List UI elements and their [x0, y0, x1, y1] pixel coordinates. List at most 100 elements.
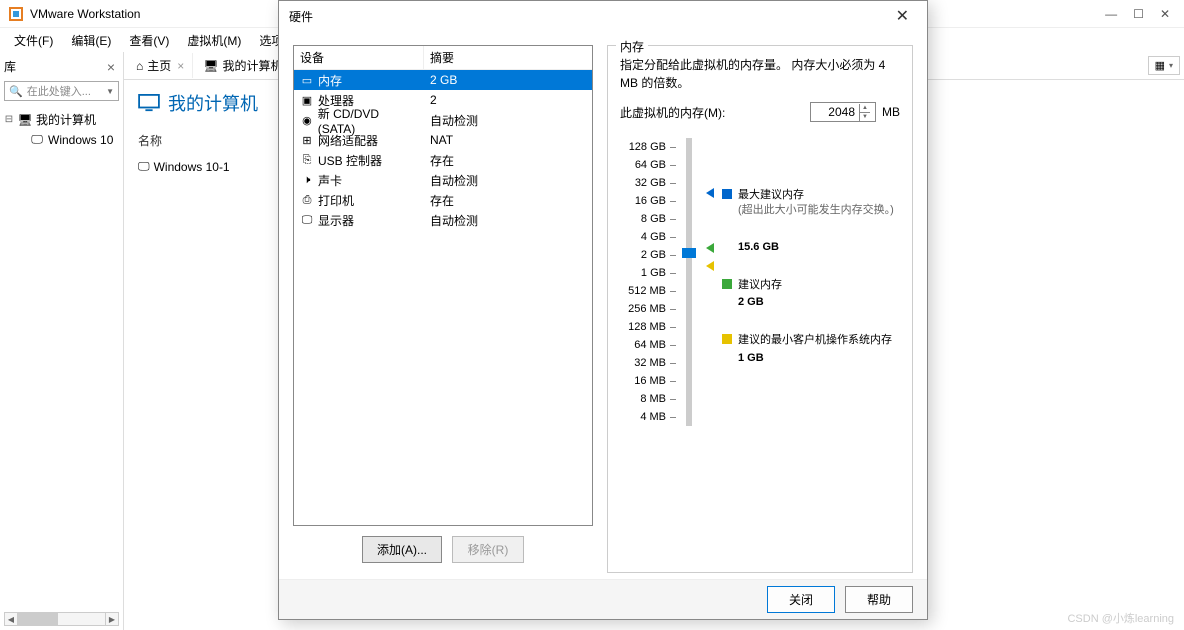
- device-row[interactable]: ⎙打印机存在: [294, 190, 592, 210]
- device-icon: ⎙: [300, 194, 314, 207]
- chevron-down-icon[interactable]: ▼: [106, 87, 114, 96]
- add-button[interactable]: 添加(A)...: [362, 536, 442, 563]
- tree-root[interactable]: ⊟ 🖥 我的计算机: [4, 109, 119, 130]
- scroll-right-icon[interactable]: ▶: [105, 612, 119, 626]
- memory-spinner[interactable]: ▲ ▼: [810, 102, 876, 122]
- help-button[interactable]: 帮助: [845, 586, 913, 613]
- tick: [670, 201, 676, 202]
- menu-view[interactable]: 查看(V): [121, 30, 177, 51]
- scale-label: 4 MB: [620, 411, 666, 423]
- device-row[interactable]: 🖵显示器自动检测: [294, 210, 592, 230]
- device-name: 声卡: [318, 172, 342, 189]
- memory-unit: MB: [882, 105, 900, 119]
- scroll-track[interactable]: [18, 612, 105, 626]
- tick: [670, 255, 676, 256]
- computer-large-icon: [138, 94, 160, 112]
- hardware-dialog: 硬件 ✕ 设备 摘要 ▭内存2 GB▣处理器2◉新 CD/DVD (SATA)自…: [278, 0, 928, 620]
- h-scrollbar[interactable]: ◀ ▶: [4, 612, 119, 626]
- tick: [670, 309, 676, 310]
- device-icon: 🖵: [300, 214, 314, 227]
- close-icon[interactable]: ✕: [1160, 7, 1170, 21]
- menu-edit[interactable]: 编辑(E): [63, 30, 119, 51]
- home-icon: ⌂: [136, 59, 143, 73]
- tick: [670, 237, 676, 238]
- library-close-icon[interactable]: ×: [103, 59, 119, 75]
- scale-label: 16 MB: [620, 375, 666, 387]
- tick: [670, 183, 676, 184]
- view-mode-button[interactable]: ▦ ▾: [1148, 56, 1180, 75]
- tick: [670, 165, 676, 166]
- grid-icon: ▦: [1155, 59, 1165, 72]
- maximize-icon[interactable]: ☐: [1133, 7, 1144, 21]
- scroll-left-icon[interactable]: ◀: [4, 612, 18, 626]
- scale-label: 16 GB: [620, 195, 666, 207]
- tab-home[interactable]: ⌂ 主页 ×: [128, 53, 193, 78]
- tab-close-icon[interactable]: ×: [177, 59, 184, 73]
- device-name: 打印机: [318, 192, 354, 209]
- memory-slider[interactable]: [686, 138, 692, 426]
- scale-label: 32 GB: [620, 177, 666, 189]
- legend-max-value: 15.6 GB: [738, 241, 779, 253]
- device-list-header: 设备 摘要: [294, 46, 592, 70]
- tick: [670, 399, 676, 400]
- scale-label: 2 GB: [620, 249, 666, 261]
- slider-thumb[interactable]: [682, 248, 696, 258]
- device-list: 设备 摘要 ▭内存2 GB▣处理器2◉新 CD/DVD (SATA)自动检测⊞网…: [293, 45, 593, 526]
- tick: [670, 147, 676, 148]
- device-row[interactable]: ⎘USB 控制器存在: [294, 150, 592, 170]
- device-name: USB 控制器: [318, 152, 382, 169]
- device-row[interactable]: ▭内存2 GB: [294, 70, 592, 90]
- menu-file[interactable]: 文件(F): [6, 30, 61, 51]
- tab-home-label: 主页: [147, 57, 171, 74]
- dialog-titlebar: 硬件 ✕: [279, 1, 927, 31]
- scroll-thumb[interactable]: [18, 613, 58, 625]
- green-square-icon: [722, 279, 732, 289]
- search-input[interactable]: 🔍 在此处键入... ▼: [4, 81, 119, 101]
- summary-col-header: 摘要: [424, 46, 592, 69]
- tick: [670, 219, 676, 220]
- memory-input[interactable]: [811, 105, 859, 119]
- minimize-icon[interactable]: —: [1105, 7, 1117, 21]
- close-button[interactable]: 关闭: [767, 586, 835, 613]
- device-summary: NAT: [424, 131, 592, 149]
- spin-up-icon[interactable]: ▲: [860, 104, 870, 113]
- scale-label: 64 MB: [620, 339, 666, 351]
- tick: [670, 291, 676, 292]
- device-row[interactable]: ⊞网络适配器NAT: [294, 130, 592, 150]
- tab-current-label: 我的计算机: [223, 57, 283, 74]
- legend-min-value: 1 GB: [738, 352, 764, 364]
- device-row[interactable]: 🕨声卡自动检测: [294, 170, 592, 190]
- yellow-square-icon: [722, 334, 732, 344]
- remove-button[interactable]: 移除(R): [452, 536, 524, 563]
- legend-rec-label: 建议内存: [738, 278, 782, 293]
- device-icon: ⊞: [300, 134, 314, 147]
- scale-label: 32 MB: [620, 357, 666, 369]
- scale-label: 1 GB: [620, 267, 666, 279]
- device-summary: 存在: [424, 150, 592, 171]
- tree-root-label: 我的计算机: [36, 111, 96, 128]
- tick: [670, 417, 676, 418]
- spin-down-icon[interactable]: ▼: [860, 113, 870, 121]
- page-title: 我的计算机: [168, 90, 258, 116]
- device-col-header: 设备: [294, 46, 424, 69]
- tick: [670, 345, 676, 346]
- tick: [670, 273, 676, 274]
- menu-vm[interactable]: 虚拟机(M): [179, 30, 249, 51]
- legend-rec-value: 2 GB: [738, 296, 764, 308]
- computer-icon: 🖥: [18, 113, 32, 127]
- device-icon: ◉: [300, 114, 314, 127]
- blue-square-icon: [722, 189, 732, 199]
- memory-panel: 内存 指定分配给此虚拟机的内存量。 内存大小必须为 4 MB 的倍数。 此虚拟机…: [607, 45, 913, 573]
- memory-scale: 128 GB64 GB32 GB16 GB8 GB4 GB2 GB1 GB512…: [620, 138, 676, 426]
- device-icon: ▭: [300, 74, 314, 87]
- device-row[interactable]: ◉新 CD/DVD (SATA)自动检测: [294, 110, 592, 130]
- blue-triangle-icon: [706, 188, 714, 198]
- dialog-close-icon[interactable]: ✕: [888, 6, 917, 26]
- scale-label: 8 GB: [620, 213, 666, 225]
- collapse-icon[interactable]: ⊟: [4, 114, 14, 125]
- memory-description: 指定分配给此虚拟机的内存量。 内存大小必须为 4 MB 的倍数。: [620, 56, 900, 92]
- yellow-triangle-icon: [706, 261, 714, 271]
- tick: [670, 327, 676, 328]
- tree-child[interactable]: 🖵 Windows 10: [4, 130, 119, 149]
- tick: [670, 363, 676, 364]
